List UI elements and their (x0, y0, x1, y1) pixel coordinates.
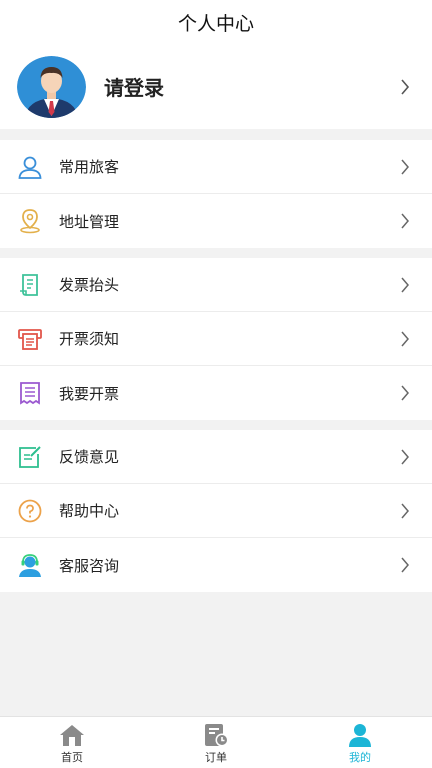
feedback-icon (17, 444, 43, 470)
tab-label: 我的 (349, 751, 371, 764)
chevron-right-icon (388, 447, 422, 467)
login-row[interactable]: 请登录 (0, 44, 432, 129)
tab-label: 首页 (61, 751, 83, 764)
menu-item-invoice-title[interactable]: 发票抬头 (0, 258, 432, 312)
chevron-right-icon (388, 211, 422, 231)
help-icon (17, 498, 43, 524)
menu-item-label: 帮助中心 (59, 502, 120, 520)
chevron-right-icon (388, 329, 422, 349)
tab-orders[interactable]: 订单 (144, 717, 288, 768)
avatar[interactable] (17, 55, 86, 118)
menu-item-request-invoice[interactable]: 我要开票 (0, 366, 432, 420)
customer-service-icon (17, 552, 43, 578)
chevron-right-icon (388, 157, 422, 177)
menu-item-label: 常用旅客 (59, 158, 120, 176)
tab-mine[interactable]: 我的 (288, 717, 432, 768)
menu-item-label: 客服咨询 (59, 556, 120, 575)
invoice-title-icon (17, 272, 43, 298)
tab-home[interactable]: 首页 (0, 717, 144, 768)
bottom-tab-bar: 首页 订单 我的 (0, 716, 432, 768)
user-icon (17, 154, 43, 180)
menu-item-label: 地址管理 (59, 212, 120, 231)
chevron-right-icon (388, 555, 422, 575)
location-icon (17, 208, 43, 234)
menu-item-invoice-notice[interactable]: 开票须知 (0, 312, 432, 366)
menu-item-label: 发票抬头 (59, 276, 120, 294)
chevron-right-icon (388, 77, 422, 97)
menu-item-label: 开票须知 (59, 330, 120, 348)
orders-icon (203, 723, 229, 747)
chevron-right-icon (388, 501, 422, 521)
menu-item-label: 我要开票 (59, 384, 120, 403)
menu-group-account: 常用旅客 地址管理 (0, 140, 432, 248)
menu-item-feedback[interactable]: 反馈意见 (0, 430, 432, 484)
menu-item-customer-service[interactable]: 客服咨询 (0, 538, 432, 592)
menu-item-help-center[interactable]: 帮助中心 (0, 484, 432, 538)
tab-label: 订单 (205, 751, 227, 764)
receipt-icon (17, 380, 43, 406)
menu-group-invoice: 发票抬头 开票须知 我要开票 (0, 258, 432, 420)
top-bar: 个人中心 (0, 0, 432, 44)
chevron-right-icon (388, 275, 422, 295)
login-prompt[interactable]: 请登录 (104, 72, 388, 101)
menu-item-address-management[interactable]: 地址管理 (0, 194, 432, 248)
chevron-right-icon (388, 383, 422, 403)
menu-group-support: 反馈意见 帮助中心 客服咨询 (0, 430, 432, 592)
home-icon (59, 723, 85, 747)
printer-icon (17, 326, 43, 352)
menu-item-label: 反馈意见 (59, 448, 120, 466)
page-title: 个人中心 (177, 12, 254, 35)
menu-item-frequent-travelers[interactable]: 常用旅客 (0, 140, 432, 194)
profile-icon (347, 723, 373, 747)
